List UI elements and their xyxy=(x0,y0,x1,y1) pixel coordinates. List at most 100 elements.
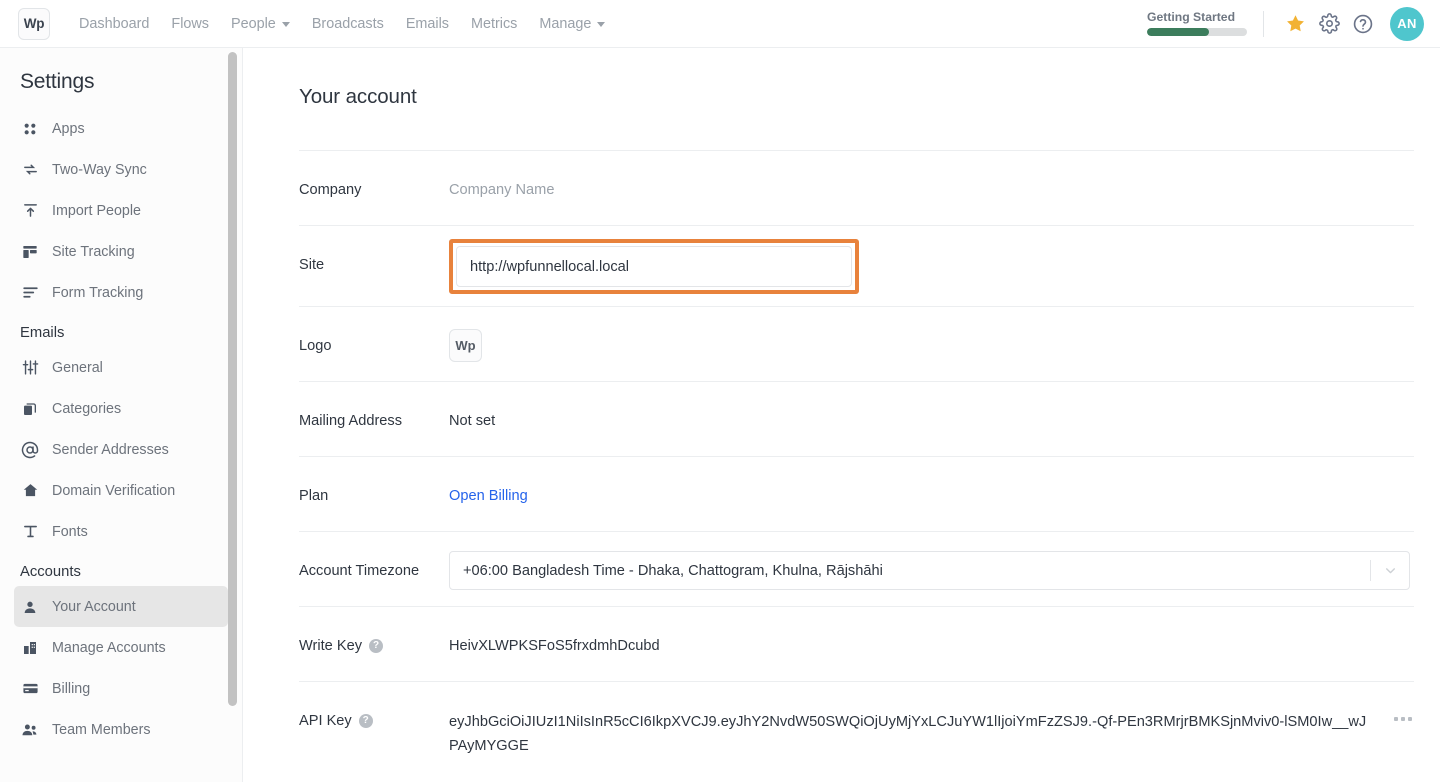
import-upload-icon xyxy=(21,202,39,220)
help-icon[interactable]: ? xyxy=(358,714,373,728)
user-icon xyxy=(21,598,39,616)
nav-item-label: Manage xyxy=(539,15,592,32)
help-circle-icon[interactable] xyxy=(1346,7,1380,41)
top-navigation-bar: Wp Dashboard Flows People Broadcasts Ema… xyxy=(0,0,1440,48)
logo-badge[interactable]: Wp xyxy=(449,329,482,362)
star-icon[interactable] xyxy=(1278,7,1312,41)
timezone-select[interactable]: +06:00 Bangladesh Time - Dhaka, Chattogr… xyxy=(449,551,1410,590)
sidebar-scrollbar[interactable] xyxy=(228,48,237,782)
nav-item-dashboard[interactable]: Dashboard xyxy=(68,10,160,38)
settings-sidebar: Settings Apps Two-Way Sync Import People xyxy=(0,48,243,782)
sidebar-item-two-way-sync[interactable]: Two-Way Sync xyxy=(14,149,228,190)
sidebar-item-form-tracking[interactable]: Form Tracking xyxy=(14,272,228,313)
progress-fill xyxy=(1147,28,1209,37)
brand-logo-badge[interactable]: Wp xyxy=(18,7,50,40)
nav-item-broadcasts[interactable]: Broadcasts xyxy=(301,10,395,38)
building-icon xyxy=(21,639,39,657)
row-label: Logo xyxy=(299,338,332,354)
sidebar-item-label: Domain Verification xyxy=(52,482,176,499)
timezone-selected-value: +06:00 Bangladesh Time - Dhaka, Chattogr… xyxy=(463,562,883,579)
sidebar-item-fonts[interactable]: Fonts xyxy=(14,511,228,552)
nav-item-label: People xyxy=(231,15,276,32)
page-title: Your account xyxy=(299,85,417,108)
sidebar-item-label: Form Tracking xyxy=(52,284,144,301)
nav-item-people[interactable]: People xyxy=(220,10,301,38)
sidebar-item-import-people[interactable]: Import People xyxy=(14,190,228,231)
nav-divider xyxy=(1263,10,1264,37)
row-mailing-address: Mailing Address Not set xyxy=(299,381,1414,456)
sidebar-item-general[interactable]: General xyxy=(14,347,228,388)
timezone-caret-wrapper xyxy=(1370,552,1409,589)
sidebar-item-label: Billing xyxy=(52,680,91,697)
mailing-address-value[interactable]: Not set xyxy=(449,382,1414,433)
sliders-icon xyxy=(21,359,39,377)
row-company: Company Company Name xyxy=(299,150,1414,225)
sidebar-item-label: Apps xyxy=(52,120,85,137)
row-label: Plan xyxy=(299,488,329,504)
row-account-timezone: Account Timezone +06:00 Bangladesh Time … xyxy=(299,531,1414,606)
sidebar-item-apps[interactable]: Apps xyxy=(14,108,228,149)
sidebar-item-site-tracking[interactable]: Site Tracking xyxy=(14,231,228,272)
nav-item-label: Dashboard xyxy=(79,15,150,32)
site-field-highlight xyxy=(449,239,859,294)
chevron-down-icon[interactable] xyxy=(1371,552,1409,589)
nav-item-metrics[interactable]: Metrics xyxy=(460,10,528,38)
site-field-wrapper xyxy=(449,226,1414,294)
row-label: Site xyxy=(299,257,325,273)
account-settings-list: Company Company Name Site Logo Wp Mailin… xyxy=(299,150,1414,765)
users-group-icon xyxy=(21,721,39,739)
row-label: Account Timezone xyxy=(299,563,420,579)
site-input[interactable] xyxy=(456,246,852,287)
text-t-icon xyxy=(21,523,39,541)
at-sign-icon xyxy=(21,441,39,459)
sidebar-group-accounts: Accounts xyxy=(20,564,81,580)
company-name-value[interactable]: Company Name xyxy=(449,151,1414,202)
sidebar-item-label: Site Tracking xyxy=(52,243,135,260)
gear-icon[interactable] xyxy=(1312,7,1346,41)
nav-item-manage[interactable]: Manage xyxy=(528,10,616,38)
sidebar-item-categories[interactable]: Categories xyxy=(14,388,228,429)
getting-started-progress[interactable]: Getting Started xyxy=(1147,9,1247,37)
layout-panels-icon xyxy=(21,243,39,261)
sidebar-group-emails: Emails xyxy=(20,325,65,341)
sidebar-item-billing[interactable]: Billing xyxy=(14,668,228,709)
nav-item-flows[interactable]: Flows xyxy=(160,10,220,38)
nav-item-label: Flows xyxy=(171,15,209,32)
timezone-field-wrapper: +06:00 Bangladesh Time - Dhaka, Chattogr… xyxy=(449,532,1414,590)
row-label: Write Key ? xyxy=(299,607,449,657)
nav-item-emails[interactable]: Emails xyxy=(395,10,460,38)
sidebar-item-sender-addresses[interactable]: Sender Addresses xyxy=(14,429,228,470)
api-key-value[interactable]: eyJhbGciOiJIUzI1NiIsInR5cCI6IkpXVCJ9.eyJ… xyxy=(449,682,1414,758)
api-key-label: API Key xyxy=(299,713,352,729)
open-billing-link[interactable]: Open Billing xyxy=(449,488,528,504)
help-icon[interactable]: ? xyxy=(369,639,383,653)
copy-stack-icon xyxy=(21,400,39,418)
row-logo: Logo Wp xyxy=(299,306,1414,381)
credit-card-icon xyxy=(21,680,39,698)
apps-grid-icon xyxy=(21,120,39,138)
row-label: Mailing Address xyxy=(299,413,403,429)
sidebar-item-manage-accounts[interactable]: Manage Accounts xyxy=(14,627,228,668)
sidebar-item-team-members[interactable]: Team Members xyxy=(14,709,228,750)
sidebar-item-domain-verification[interactable]: Domain Verification xyxy=(14,470,228,511)
row-api-key: API Key ? eyJhbGciOiJIUzI1NiIsInR5cCI6Ik… xyxy=(299,681,1414,765)
nav-item-label: Metrics xyxy=(471,15,518,32)
chevron-down-icon xyxy=(281,22,290,27)
sidebar-item-label: Two-Way Sync xyxy=(52,161,147,178)
sidebar-item-your-account[interactable]: Your Account xyxy=(14,586,228,627)
primary-nav-items: Dashboard Flows People Broadcasts Emails… xyxy=(68,10,616,38)
sync-arrows-icon xyxy=(21,161,39,179)
getting-started-label: Getting Started xyxy=(1147,9,1236,24)
home-icon xyxy=(21,482,39,500)
sidebar-item-label: Sender Addresses xyxy=(52,441,169,458)
sidebar-scrollbar-thumb[interactable] xyxy=(228,52,237,706)
sidebar-item-label: Import People xyxy=(52,202,142,219)
plan-value-wrapper: Open Billing xyxy=(449,457,1414,508)
sidebar-item-label: Categories xyxy=(52,400,122,417)
row-label: API Key ? xyxy=(299,682,449,732)
chevron-down-icon xyxy=(597,22,606,27)
write-key-value[interactable]: HeivXLWPKSFoS5frxdmhDcubd xyxy=(449,607,1414,658)
avatar[interactable]: AN xyxy=(1390,6,1424,41)
nav-item-label: Broadcasts xyxy=(311,15,384,32)
more-horizontal-icon[interactable] xyxy=(1394,717,1412,721)
